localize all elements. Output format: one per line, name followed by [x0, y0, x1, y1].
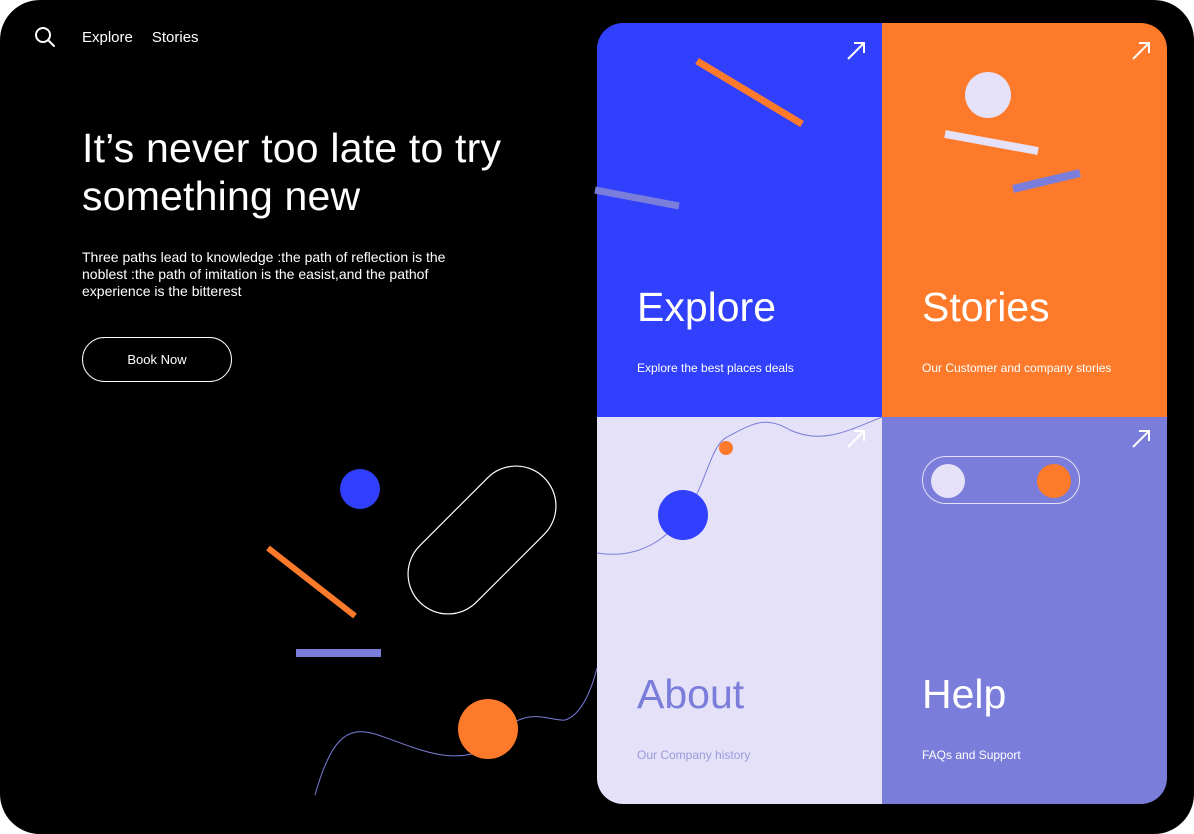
app-frame: Explore Stories It’s never too late to t…	[0, 0, 1194, 834]
arrow-up-right-icon[interactable]	[1131, 429, 1151, 449]
about-tile-subtitle: Our Company history	[637, 748, 751, 762]
explore-decorations	[695, 57, 804, 128]
wavy-line-decoration	[314, 667, 598, 796]
stories-tile[interactable]: Stories Our Customer and company stories	[882, 23, 1167, 417]
orange-bar-decoration	[266, 545, 357, 619]
about-tile[interactable]: About Our Company history	[597, 417, 882, 804]
toggle-switch[interactable]	[922, 456, 1080, 504]
orange-circle-decoration	[458, 699, 518, 759]
about-tile-title: About	[637, 671, 745, 717]
search-icon[interactable]	[32, 24, 58, 50]
explore-tile-title: Explore	[637, 284, 777, 330]
arrow-up-right-icon[interactable]	[846, 41, 866, 61]
hero-description: Three paths lead to knowledge :the path …	[82, 249, 446, 299]
hero-title: It’s never too late to try something new	[82, 125, 502, 219]
explore-tile-subtitle: Explore the best places deals	[637, 361, 794, 375]
blue-circle-decoration	[340, 469, 380, 509]
stories-tile-subtitle: Our Customer and company stories	[922, 361, 1112, 375]
help-tile-title: Help	[922, 671, 1007, 717]
nav-link-explore[interactable]: Explore	[82, 29, 133, 46]
stories-decorations	[944, 72, 1081, 193]
periwinkle-bar-decoration	[296, 649, 381, 657]
pill-outline-decoration	[407, 465, 557, 615]
help-tile-subtitle: FAQs and Support	[922, 748, 1021, 762]
top-nav: Explore Stories	[32, 24, 199, 50]
toggle-knob-light	[931, 464, 965, 498]
arrow-up-right-icon[interactable]	[846, 429, 866, 449]
arrow-up-right-icon[interactable]	[1131, 41, 1151, 61]
nav-link-stories[interactable]: Stories	[152, 29, 199, 46]
toggle-knob-orange	[1037, 464, 1071, 498]
help-tile[interactable]: Help FAQs and Support	[882, 417, 1167, 804]
stories-tile-title: Stories	[922, 284, 1050, 330]
explore-tile[interactable]: Explore Explore the best places deals	[597, 23, 882, 417]
book-now-button[interactable]: Book Now	[82, 337, 232, 382]
